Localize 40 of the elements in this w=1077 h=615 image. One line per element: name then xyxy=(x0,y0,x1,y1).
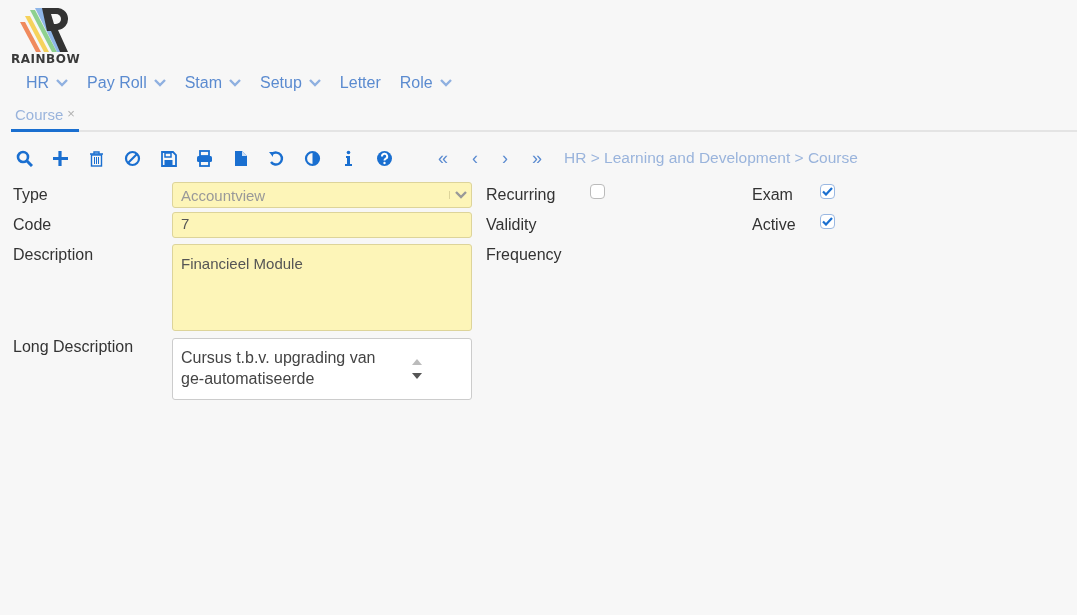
tab[interactable]: Course × xyxy=(11,102,79,132)
description-field[interactable]: Financieel Module xyxy=(172,244,472,331)
scroll-down-icon[interactable] xyxy=(412,373,422,379)
menu-item[interactable]: Role xyxy=(399,74,452,92)
contrast-icon[interactable] xyxy=(304,149,321,167)
plus-icon[interactable] xyxy=(52,149,69,167)
type-dropdown[interactable]: Accountview xyxy=(172,182,472,208)
field-label: Description xyxy=(13,245,95,264)
menu-item[interactable]: Letter xyxy=(339,74,381,92)
nav-button[interactable]: › xyxy=(502,147,508,169)
ban-icon[interactable] xyxy=(124,149,141,167)
menu-item[interactable]: HR xyxy=(26,74,69,92)
help-icon[interactable] xyxy=(376,149,393,167)
nav-button[interactable]: « xyxy=(438,147,448,169)
menu-item[interactable]: Stam xyxy=(184,74,242,92)
brand-name: RAINBOW xyxy=(11,52,81,66)
trash-icon[interactable] xyxy=(88,149,105,167)
nav-button[interactable]: ‹ xyxy=(472,147,478,169)
code-field[interactable]: 7 xyxy=(172,212,472,238)
field-label: Active xyxy=(752,215,797,234)
undo-icon[interactable] xyxy=(268,149,285,167)
field-label: Long Description xyxy=(13,337,135,356)
document-icon[interactable] xyxy=(232,149,249,167)
checkbox[interactable] xyxy=(820,184,835,199)
field-label: Type xyxy=(13,185,49,204)
field-label: Code xyxy=(13,215,53,234)
long-description-field[interactable]: Cursus t.b.v. upgrading van ge-automatiseerde xyxy=(172,338,472,400)
search-icon[interactable] xyxy=(16,149,33,167)
field-label: Exam xyxy=(752,185,794,204)
field-label: Validity xyxy=(486,215,538,234)
checkbox[interactable] xyxy=(820,214,835,229)
menu-item[interactable]: Pay Roll xyxy=(87,74,166,92)
field-label: Recurring xyxy=(486,185,557,204)
field-label: Frequency xyxy=(486,245,563,264)
checkbox[interactable] xyxy=(590,184,605,199)
printer-icon[interactable] xyxy=(196,149,213,167)
close-icon[interactable]: × xyxy=(67,106,75,123)
menu-item[interactable]: Setup xyxy=(260,74,321,92)
nav-button[interactable]: » xyxy=(532,147,543,169)
breadcrumb: HR > Learning and Development > Course xyxy=(564,149,858,167)
